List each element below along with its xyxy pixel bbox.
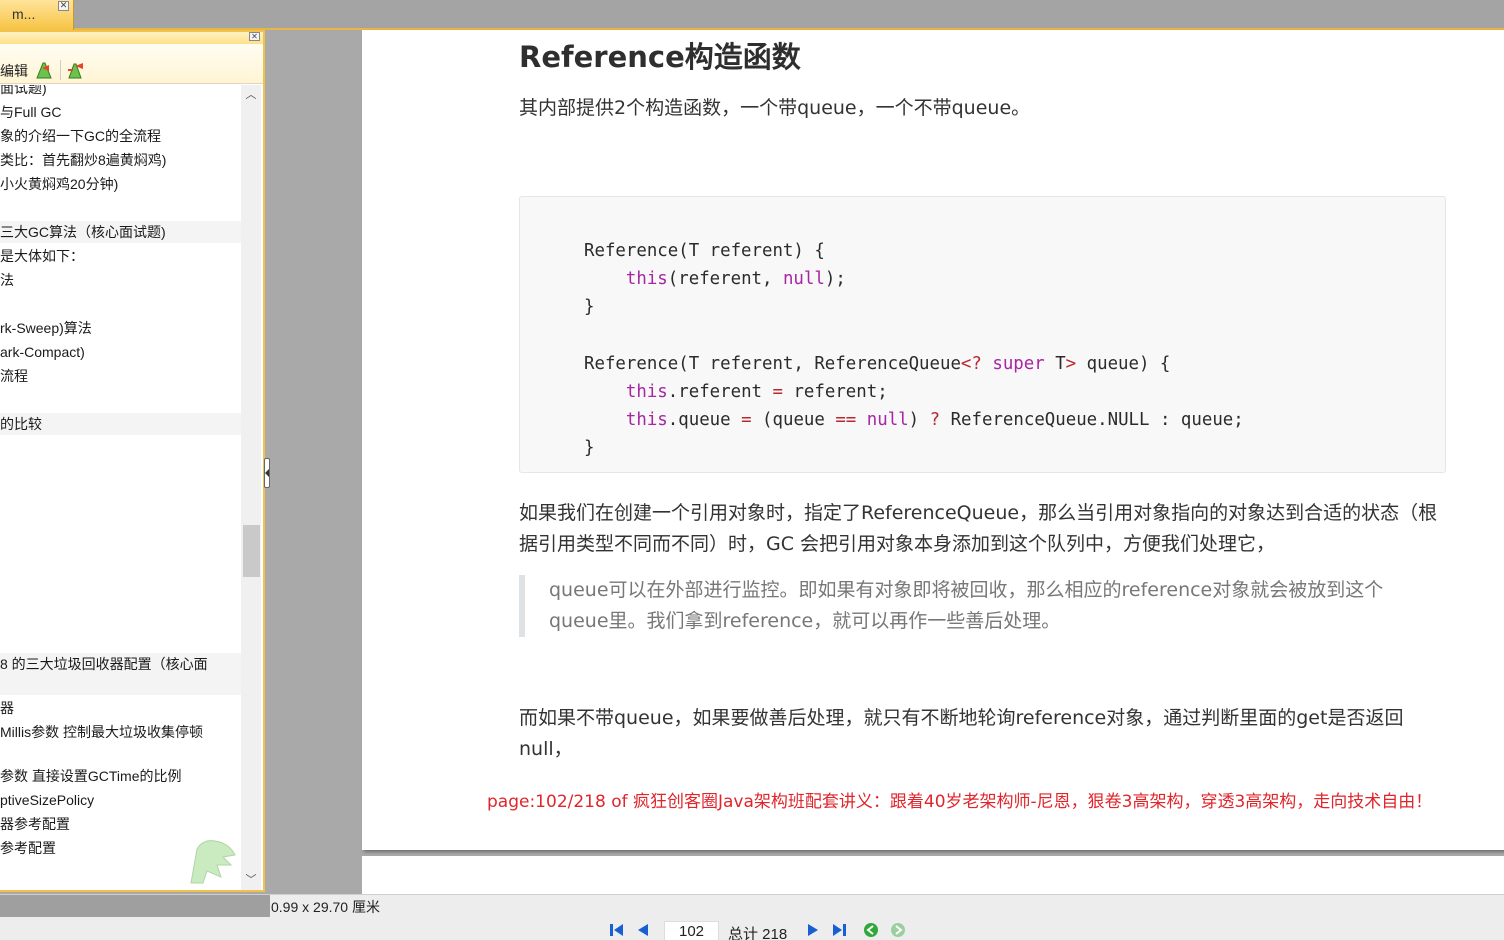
forward-icon[interactable] — [889, 922, 907, 938]
tree-item[interactable]: 与Full GC — [0, 101, 241, 123]
app-watermark-logo — [190, 840, 236, 884]
tree-item[interactable]: Millis参数 控制最大垃圾收集停顿 — [0, 721, 241, 743]
code-text: Reference(T referent) { this(referent, n… — [584, 241, 1244, 459]
document-tab[interactable]: m... ✕ — [0, 0, 74, 30]
add-bookmark-icon[interactable] — [34, 60, 54, 80]
tree-item[interactable]: 器参考配置 — [0, 813, 241, 835]
tree-item[interactable]: 参数 直接设置GCTime的比例 — [0, 765, 241, 787]
section-heading: Reference构造函数 — [519, 40, 801, 74]
document-tab-label: m... — [12, 6, 36, 22]
last-page-icon[interactable] — [830, 922, 848, 938]
page-size-readout: 0.99 x 29.70 厘米 — [271, 899, 380, 915]
bookmark-tree: 面试题) 与Full GC 象的介绍一下GC的全流程 类比：首先翻炒8遍黄焖鸡)… — [0, 85, 241, 890]
tree-item[interactable]: 是大体如下： — [0, 245, 241, 267]
tree-item[interactable]: 面试题) — [0, 85, 241, 99]
page-total-label: 总计 218 — [728, 926, 788, 940]
prev-page-icon[interactable] — [634, 922, 652, 938]
tree-item[interactable] — [0, 677, 241, 699]
tree-item[interactable]: 的比较 — [0, 413, 241, 435]
tree-item[interactable]: ark-Compact) — [0, 341, 241, 363]
tree-item[interactable]: 小火黄焖鸡20分钟) — [0, 173, 241, 195]
expand-bookmark-icon[interactable] — [66, 60, 86, 80]
bookmark-scrollbar[interactable]: ︿ ﹀ — [241, 85, 261, 890]
tree-item[interactable]: rk-Sweep)算法 — [0, 317, 241, 339]
tree-item[interactable] — [0, 293, 241, 315]
status-bar: 0.99 x 29.70 厘米 102 总计 218 — [0, 894, 1504, 940]
document-page: Reference构造函数 其内部提供2个构造函数，一个带queue，一个不带q… — [362, 30, 1504, 850]
blockquote: queue可以在外部进行监控。即如果有对象即将被回收，那么相应的referenc… — [519, 575, 1439, 637]
bookmarks-panel: ✕ 编辑 面试题) 与Full GC 象的介绍一下GC的全流程 类比：首先翻炒8… — [0, 30, 265, 892]
next-page-icon[interactable] — [804, 922, 822, 938]
tree-item[interactable]: 类比：首先翻炒8遍黄焖鸡) — [0, 149, 241, 171]
panel-toolbar: 编辑 — [0, 44, 263, 84]
scroll-up-icon[interactable]: ︿ — [243, 87, 259, 103]
tree-item[interactable]: ptiveSizePolicy — [0, 789, 241, 811]
scroll-down-icon[interactable]: ﹀ — [243, 872, 259, 888]
next-page-preview — [362, 856, 1504, 896]
tab-close-icon[interactable]: ✕ — [58, 1, 69, 11]
tree-item[interactable] — [0, 745, 241, 767]
tree-item[interactable]: 器 — [0, 697, 241, 719]
scroll-thumb[interactable] — [243, 525, 260, 577]
panel-splitter-handle[interactable] — [264, 458, 270, 488]
blockquote-text: queue可以在外部进行监控。即如果有对象即将被回收，那么相应的referenc… — [549, 579, 1384, 632]
tree-item[interactable]: 象的介绍一下GC的全流程 — [0, 125, 241, 147]
edit-label[interactable]: 编辑 — [0, 61, 28, 81]
tree-item[interactable] — [0, 389, 241, 411]
back-icon[interactable] — [862, 922, 880, 938]
tree-item[interactable] — [0, 197, 241, 219]
panel-close-icon[interactable]: ✕ — [249, 32, 260, 41]
page-footer-note: page:102/218 of 疯狂创客圈Java架构班配套讲义：跟着40岁老架… — [487, 792, 1433, 812]
intro-paragraph: 其内部提供2个构造函数，一个带queue，一个不带queue。 — [519, 97, 1031, 119]
tree-item[interactable]: 流程 — [0, 365, 241, 387]
page-number-input[interactable]: 102 — [664, 921, 719, 940]
tree-item[interactable]: 三大GC算法（核心面试题) — [0, 221, 241, 243]
toolbar-separator — [60, 60, 61, 80]
body-paragraph: 而如果不带queue，如果要做善后处理，就只有不断地轮询reference对象，… — [519, 707, 1404, 760]
code-block: Reference(T referent) { this(referent, n… — [519, 196, 1446, 473]
body-paragraph: 如果我们在创建一个引用对象时，指定了ReferenceQueue，那么当引用对象… — [519, 502, 1438, 555]
status-left-area — [0, 895, 270, 917]
document-tab-strip: m... ✕ — [0, 0, 1504, 30]
tree-item[interactable]: 法 — [0, 269, 241, 291]
panel-header: ✕ — [0, 32, 263, 44]
first-page-icon[interactable] — [608, 922, 626, 938]
